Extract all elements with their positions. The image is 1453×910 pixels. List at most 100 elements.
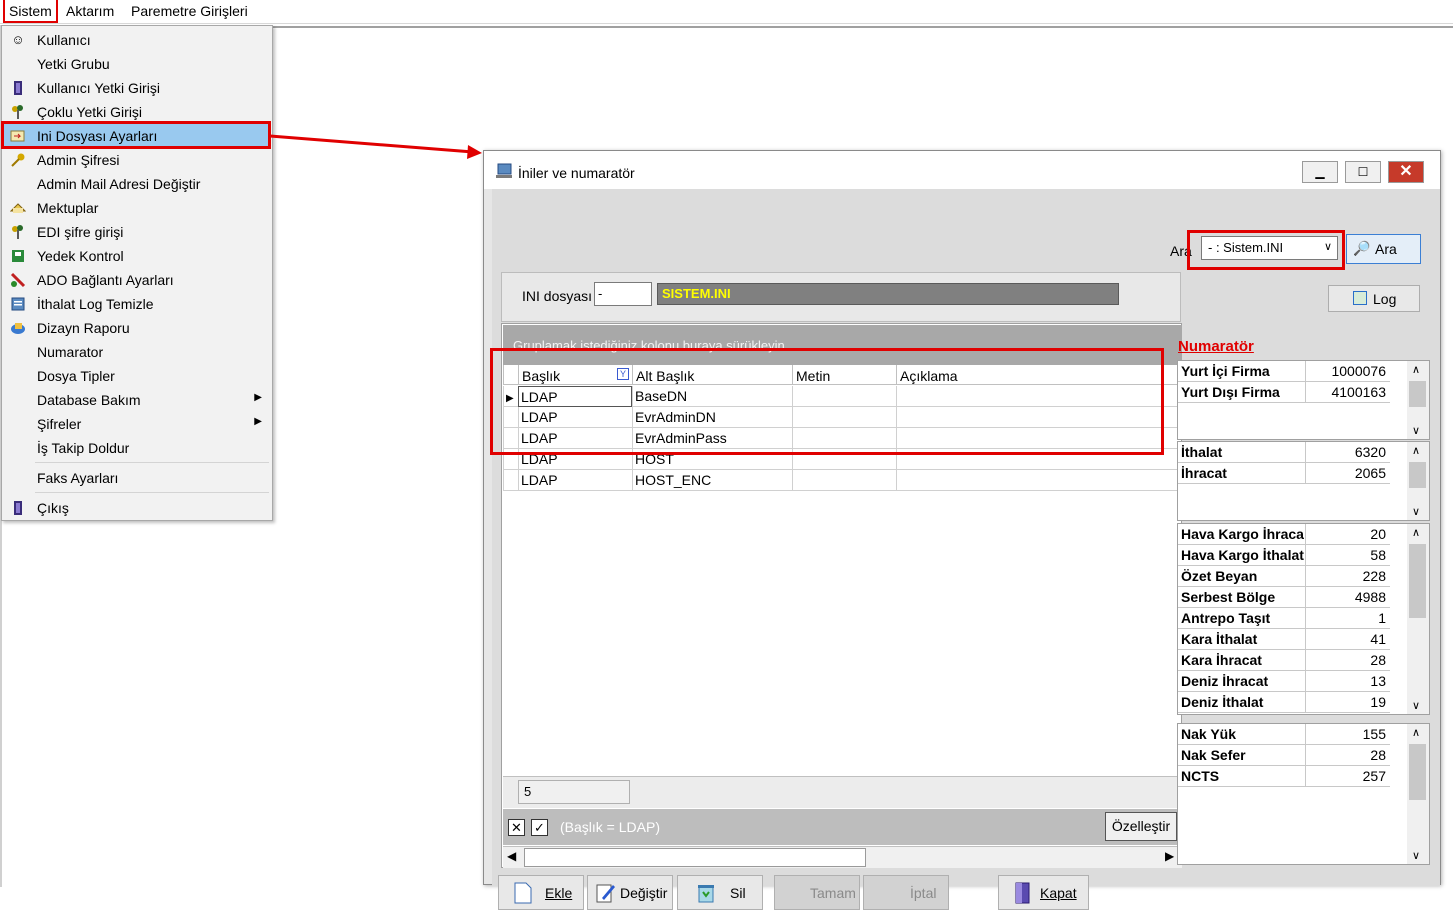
menu-item-edi-sifre[interactable]: EDI şifre girişi xyxy=(4,220,270,244)
scroll-up-icon: ∧ xyxy=(1412,445,1421,457)
new-document-icon xyxy=(513,882,533,904)
key-group-icon xyxy=(10,224,26,240)
menu-item-database-bakim[interactable]: Database Bakım ▶ xyxy=(4,388,270,412)
numarator-row[interactable]: Nak Yük 155 xyxy=(1178,724,1390,745)
ini-label: INI dosyası xyxy=(522,288,593,304)
scroll-down-icon: ∨ xyxy=(1412,850,1421,862)
check-icon: ✓ xyxy=(534,820,545,835)
numarator-panel-firma: Yurt İçi Firma 1000076 Yurt Dışı Firma 410… xyxy=(1177,360,1430,440)
ini-file-display: SISTEM.INI xyxy=(657,283,1119,305)
numarator-row[interactable]: Yurt İçi Firma 1000076 xyxy=(1178,361,1390,382)
menu-item-sifreler[interactable]: Şifreler ▶ xyxy=(4,412,270,436)
numarator-row[interactable]: Deniz İthalat 19 xyxy=(1178,692,1390,713)
enable-filter-checkbox[interactable]: ✓ xyxy=(531,819,548,836)
menu-item-cikis[interactable]: Çıkış xyxy=(4,496,270,520)
menu-item-kullanici[interactable]: ☺ Kullanıcı xyxy=(4,28,270,52)
row-indicator xyxy=(503,470,518,491)
numarator-row[interactable]: Antrepo Taşıt 1 xyxy=(1178,608,1390,629)
vertical-scrollbar[interactable]: ∧ ∨ xyxy=(1407,524,1429,714)
maximize-icon: ☐ xyxy=(1357,165,1369,179)
sistem-dropdown-menu: ☺ Kullanıcı Yetki Grubu Kullanıcı Yetki … xyxy=(1,25,273,521)
log-button[interactable]: Log xyxy=(1328,285,1420,312)
menu-item-is-takip-doldur[interactable]: İş Takip Doldur xyxy=(4,436,270,460)
tamam-button[interactable]: Tamam xyxy=(774,875,860,910)
scrollbar-thumb[interactable] xyxy=(524,848,866,867)
log-icon xyxy=(10,296,26,312)
search-icon: 🔎 xyxy=(1353,240,1371,256)
numarator-row[interactable]: NCTS 257 xyxy=(1178,766,1390,787)
numarator-panel-kargo: Hava Kargo İhracat 20 Hava Kargo İthalat 5… xyxy=(1177,523,1430,715)
dialog-body: Ara - : Sistem.INI ∨ 🔎 Ara INI dosyası -… xyxy=(492,189,1440,910)
cell-baslik[interactable]: LDAP xyxy=(518,470,632,491)
numarator-row[interactable]: Deniz İhracat 13 xyxy=(1178,671,1390,692)
menu-paremetre-girisleri[interactable]: Paremetre Girişleri xyxy=(131,3,248,19)
degistir-button[interactable]: Değiştir xyxy=(587,875,673,910)
iptal-button[interactable]: İptal xyxy=(863,875,949,910)
menu-item-ithalat-log-temizle[interactable]: İthalat Log Temizle xyxy=(4,292,270,316)
menu-item-mektuplar[interactable]: Mektuplar xyxy=(4,196,270,220)
close-button[interactable]: ✕ xyxy=(1388,161,1424,183)
numarator-row[interactable]: Hava Kargo İhracat 20 xyxy=(1178,524,1390,545)
vertical-scrollbar[interactable]: ∧ ∨ xyxy=(1407,442,1429,520)
ozellestir-button[interactable]: Özelleştir xyxy=(1105,812,1177,841)
desktop-divider xyxy=(272,26,1453,28)
numarator-row[interactable]: Yurt Dışı Firma 4100163 xyxy=(1178,382,1390,403)
dialog-titlebar[interactable]: İniler ve numaratör ▁ ☐ ✕ xyxy=(484,151,1440,189)
recycle-bin-icon xyxy=(696,882,716,904)
cell-aciklama[interactable] xyxy=(896,470,1182,491)
numarator-row[interactable]: İhracat 2065 xyxy=(1178,463,1390,484)
numarator-row[interactable]: Hava Kargo İthalat 58 xyxy=(1178,545,1390,566)
key-group-icon xyxy=(10,104,26,120)
scroll-up-icon: ∧ xyxy=(1412,364,1421,376)
menu-item-faks-ayarlari[interactable]: Faks Ayarları xyxy=(4,466,270,490)
menu-item-ado-baglanti[interactable]: ADO Bağlantı Ayarları xyxy=(4,268,270,292)
vertical-scrollbar[interactable]: ∧ ∨ xyxy=(1407,724,1429,864)
cell-metin[interactable] xyxy=(792,470,896,491)
filter-expression[interactable]: (Başlık = LDAP) xyxy=(560,819,660,835)
scrollbar-thumb xyxy=(1409,544,1426,618)
menu-item-yedek-kontrol[interactable]: Yedek Kontrol xyxy=(4,244,270,268)
numarator-row[interactable]: Kara İthalat 41 xyxy=(1178,629,1390,650)
numarator-row[interactable]: Kara İhracat 28 xyxy=(1178,650,1390,671)
iniler-numarator-dialog: İniler ve numaratör ▁ ☐ ✕ Ara - : Sistem… xyxy=(483,150,1441,910)
menu-item-numarator[interactable]: Numarator xyxy=(4,340,270,364)
ara-button[interactable]: 🔎 Ara xyxy=(1346,234,1421,264)
numarator-row[interactable]: Nak Sefer 28 xyxy=(1178,745,1390,766)
clear-filter-checkbox[interactable]: ✕ xyxy=(508,819,525,836)
highlight-box-menu-item xyxy=(1,121,271,149)
scroll-up-icon: ∧ xyxy=(1412,727,1421,739)
scrollbar-thumb xyxy=(1409,462,1426,488)
scroll-down-icon: ∨ xyxy=(1412,425,1421,437)
menu-aktarim[interactable]: Aktarım xyxy=(66,3,114,19)
vertical-scrollbar[interactable]: ∧ ∨ xyxy=(1407,361,1429,439)
menu-item-admin-sifresi[interactable]: Admin Şifresi xyxy=(4,148,270,172)
menu-item-kullanici-yetki-girisi[interactable]: Kullanıcı Yetki Girişi xyxy=(4,76,270,100)
numarator-row[interactable]: Özet Beyan 228 xyxy=(1178,566,1390,587)
annotation-arrow xyxy=(269,134,482,159)
menu-item-admin-mail[interactable]: Admin Mail Adresi Değiştir xyxy=(4,172,270,196)
log-icon xyxy=(1353,291,1367,305)
numarator-row[interactable]: Serbest Bölge 4988 xyxy=(1178,587,1390,608)
menu-bar: Sistem Aktarım Paremetre Girişleri xyxy=(0,0,1453,24)
horizontal-scrollbar[interactable]: ◀ ▶ xyxy=(503,846,1182,868)
maximize-button[interactable]: ☐ xyxy=(1345,161,1381,183)
menu-item-dosya-tipler[interactable]: Dosya Tipler xyxy=(4,364,270,388)
menu-sistem[interactable]: Sistem xyxy=(3,0,58,23)
sil-button[interactable]: Sil xyxy=(677,875,763,910)
ekle-button[interactable]: Ekle xyxy=(498,875,584,910)
numarator-row[interactable]: İthalat 6320 xyxy=(1178,442,1390,463)
ini-input[interactable]: - xyxy=(594,282,652,306)
scroll-right-icon[interactable]: ▶ xyxy=(1165,849,1174,863)
door-icon xyxy=(10,80,26,96)
scroll-left-icon[interactable]: ◀ xyxy=(507,849,516,863)
table-row[interactable]: LDAP HOST_ENC xyxy=(503,470,1182,491)
kapat-button[interactable]: Kapat xyxy=(998,875,1089,910)
minimize-button[interactable]: ▁ xyxy=(1302,161,1338,183)
filter-bar: ✕ ✓ (Başlık = LDAP) Özelleştir xyxy=(503,809,1182,845)
close-icon: ✕ xyxy=(1399,163,1413,180)
scrollbar-thumb xyxy=(1409,381,1426,407)
menu-item-yetki-grubu[interactable]: Yetki Grubu xyxy=(4,52,270,76)
computer-icon xyxy=(495,163,513,179)
cell-alt-baslik[interactable]: HOST_ENC xyxy=(632,470,792,491)
menu-item-dizayn-raporu[interactable]: Dizayn Raporu xyxy=(4,316,270,340)
